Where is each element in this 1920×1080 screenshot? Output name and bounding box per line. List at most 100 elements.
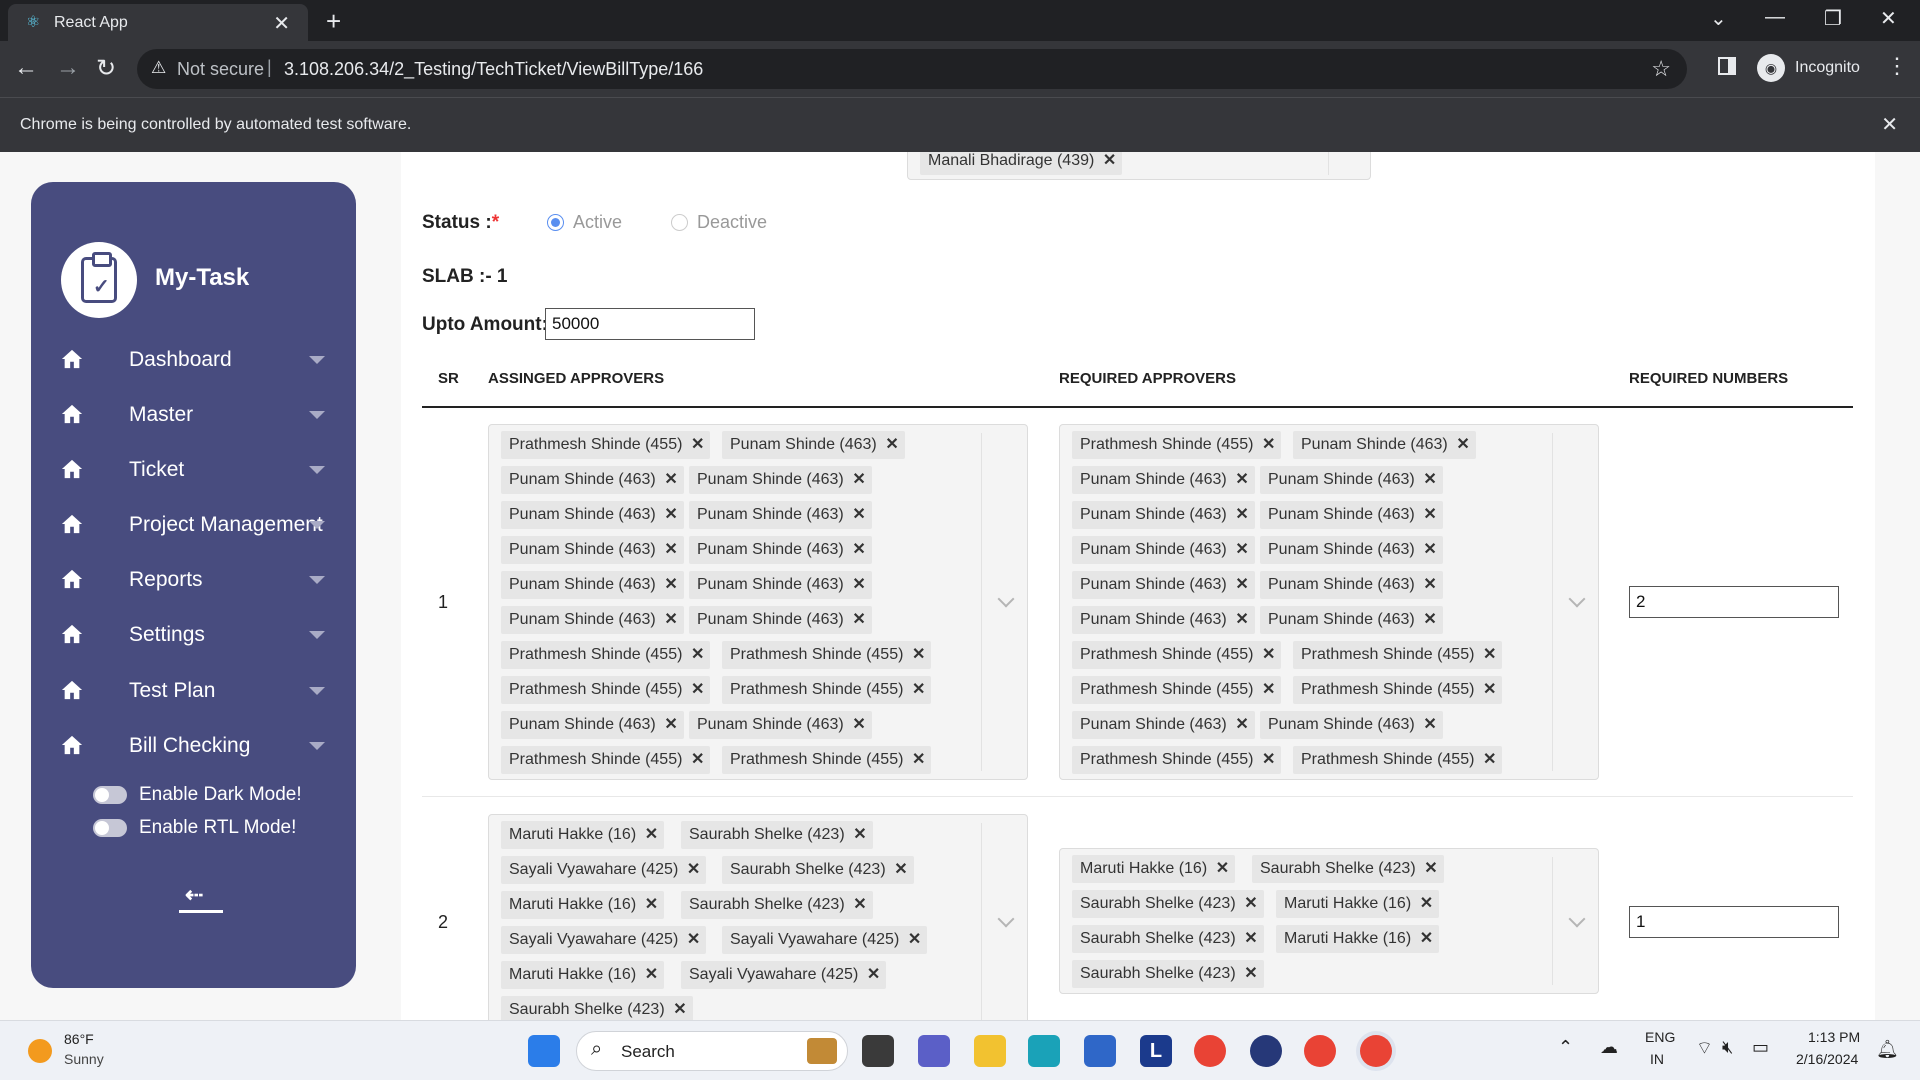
chevron-down-icon[interactable]	[309, 466, 325, 474]
side-panel-icon[interactable]	[1718, 57, 1736, 75]
chip-remove-icon[interactable]: ✕	[1235, 606, 1248, 634]
address-bar[interactable]: ⚠ Not secure | 3.108.206.34/2_Testing/Te…	[137, 49, 1687, 89]
chip-remove-icon[interactable]: ✕	[853, 821, 866, 849]
chip-remove-icon[interactable]: ✕	[1235, 466, 1248, 494]
reload-button[interactable]: ↻	[96, 54, 116, 83]
window-close-button[interactable]: ✕	[1880, 6, 1897, 31]
chevron-down-icon[interactable]	[997, 910, 1015, 928]
chip-remove-icon[interactable]: ✕	[645, 961, 658, 989]
url-text[interactable]: 3.108.206.34/2_Testing/TechTicket/ViewBi…	[284, 59, 703, 80]
chevron-down-icon[interactable]	[1568, 910, 1586, 928]
chip-remove-icon[interactable]: ✕	[1423, 606, 1436, 634]
chip-remove-icon[interactable]: ✕	[1216, 855, 1229, 883]
status-deactive-label[interactable]: Deactive	[697, 212, 767, 233]
not-secure-label[interactable]: Not secure	[177, 59, 264, 80]
sidebar-item-bill-checking[interactable]: Bill Checking	[61, 728, 331, 768]
chip-remove-icon[interactable]: ✕	[691, 676, 704, 704]
chip-remove-icon[interactable]: ✕	[852, 501, 865, 529]
windows-start-icon[interactable]	[528, 1035, 560, 1067]
chip-remove-icon[interactable]: ✕	[1235, 571, 1248, 599]
back-button[interactable]: ←	[14, 54, 38, 82]
chrome-active-icon[interactable]	[1360, 1035, 1392, 1067]
weather-condition[interactable]: Sunny	[64, 1051, 104, 1067]
chip-remove-icon[interactable]: ✕	[645, 821, 658, 849]
chip-remove-icon[interactable]: ✕	[1262, 641, 1275, 669]
battery-icon[interactable]: ▭	[1752, 1037, 1769, 1058]
chip-remove-icon[interactable]: ✕	[912, 746, 925, 774]
chip-remove-icon[interactable]: ✕	[691, 641, 704, 669]
row-1-assigned-approvers-select[interactable]: Prathmesh Shinde (455) ✕ Punam Shinde (463…	[488, 424, 1028, 780]
sidebar-item-ticket[interactable]: Ticket	[61, 452, 331, 492]
volume-muted-icon[interactable]: 🔇︎	[1722, 1037, 1733, 1058]
browser-tab[interactable]: ⚛ React App ✕	[8, 4, 308, 41]
chip-remove-icon[interactable]: ✕	[1244, 890, 1257, 918]
bookmark-star-icon[interactable]: ☆	[1651, 56, 1671, 82]
chip-remove-icon[interactable]: ✕	[912, 676, 925, 704]
rtl-mode-toggle[interactable]	[93, 819, 127, 837]
chip-remove-icon[interactable]: ✕	[1244, 925, 1257, 953]
infobar-close-icon[interactable]: ✕	[1881, 112, 1898, 137]
upto-amount-input[interactable]	[545, 308, 755, 340]
chrome-icon[interactable]	[1304, 1035, 1336, 1067]
chip-remove-icon[interactable]: ✕	[1423, 466, 1436, 494]
l-app-icon[interactable]: L	[1140, 1035, 1172, 1067]
chip-remove-icon[interactable]: ✕	[1424, 855, 1437, 883]
chip-remove-icon[interactable]: ✕	[664, 536, 677, 564]
chip-remove-icon[interactable]: ✕	[1244, 960, 1257, 988]
sidebar-item-project-management[interactable]: Project Management	[61, 507, 331, 547]
status-active-label[interactable]: Active	[573, 212, 622, 233]
chip-remove-icon[interactable]: ✕	[664, 466, 677, 494]
chip-remove-icon[interactable]: ✕	[687, 856, 700, 884]
tab-search-chevron-icon[interactable]: ⌄	[1710, 6, 1727, 31]
language-code[interactable]: ENG	[1645, 1029, 1675, 1045]
sidebar-item-master[interactable]: Master	[61, 397, 331, 437]
chip-remove-icon[interactable]: ✕	[1456, 431, 1469, 459]
chip-remove-icon[interactable]: ✕	[852, 571, 865, 599]
chip-remove-icon[interactable]: ✕	[1103, 152, 1116, 175]
chip-remove-icon[interactable]: ✕	[691, 746, 704, 774]
region-code[interactable]: IN	[1650, 1051, 1664, 1067]
chevron-down-icon[interactable]	[309, 411, 325, 419]
wifi-icon[interactable]: ⌔	[1696, 1037, 1713, 1060]
chip-remove-icon[interactable]: ✕	[1235, 711, 1248, 739]
chip-remove-icon[interactable]: ✕	[691, 431, 704, 459]
chip-remove-icon[interactable]: ✕	[1423, 501, 1436, 529]
chevron-down-icon[interactable]	[309, 576, 325, 584]
sidebar-collapse-button[interactable]: ⇠	[179, 882, 225, 916]
chevron-down-icon[interactable]	[309, 521, 325, 529]
new-tab-button[interactable]: +	[326, 6, 341, 37]
chip-remove-icon[interactable]: ✕	[1420, 890, 1433, 918]
minimize-button[interactable]: —	[1765, 6, 1785, 29]
taskbar-search[interactable]: ⌕ Search	[576, 1031, 848, 1071]
row-2-assigned-approvers-select[interactable]: Maruti Hakke (16) ✕ Saurabh Shelke (423) ✕ S…	[488, 814, 1028, 1020]
status-deactive-radio[interactable]	[671, 214, 688, 231]
chip-remove-icon[interactable]: ✕	[852, 606, 865, 634]
chip-remove-icon[interactable]: ✕	[664, 711, 677, 739]
store-icon[interactable]	[1084, 1035, 1116, 1067]
chip-remove-icon[interactable]: ✕	[867, 961, 880, 989]
chip-remove-icon[interactable]: ✕	[885, 431, 898, 459]
notification-bell-icon[interactable]: 🔔︎	[1876, 1039, 1899, 1060]
chip-remove-icon[interactable]: ✕	[852, 466, 865, 494]
chip-remove-icon[interactable]: ✕	[664, 606, 677, 634]
chip-remove-icon[interactable]: ✕	[1483, 641, 1496, 669]
chip-remove-icon[interactable]: ✕	[1235, 501, 1248, 529]
chevron-down-icon[interactable]	[997, 590, 1015, 608]
restore-button[interactable]: ❐	[1824, 6, 1842, 31]
row-2-required-number-input[interactable]	[1629, 906, 1839, 938]
chip-remove-icon[interactable]: ✕	[664, 501, 677, 529]
chip-remove-icon[interactable]: ✕	[1423, 711, 1436, 739]
chip-remove-icon[interactable]: ✕	[1423, 536, 1436, 564]
top-approvers-select[interactable]: Manali Bhadirage (439) ✕	[907, 152, 1371, 180]
chip-remove-icon[interactable]: ✕	[664, 571, 677, 599]
sidebar-item-test-plan[interactable]: Test Plan	[61, 673, 331, 713]
chevron-down-icon[interactable]	[309, 742, 325, 750]
chip-remove-icon[interactable]: ✕	[1262, 431, 1275, 459]
chip-remove-icon[interactable]: ✕	[1262, 676, 1275, 704]
chip-remove-icon[interactable]: ✕	[1262, 746, 1275, 774]
forward-button[interactable]: →	[56, 54, 80, 82]
chip-remove-icon[interactable]: ✕	[853, 891, 866, 919]
chip-remove-icon[interactable]: ✕	[1423, 571, 1436, 599]
chevron-down-icon[interactable]	[309, 356, 325, 364]
chip-remove-icon[interactable]: ✕	[687, 926, 700, 954]
